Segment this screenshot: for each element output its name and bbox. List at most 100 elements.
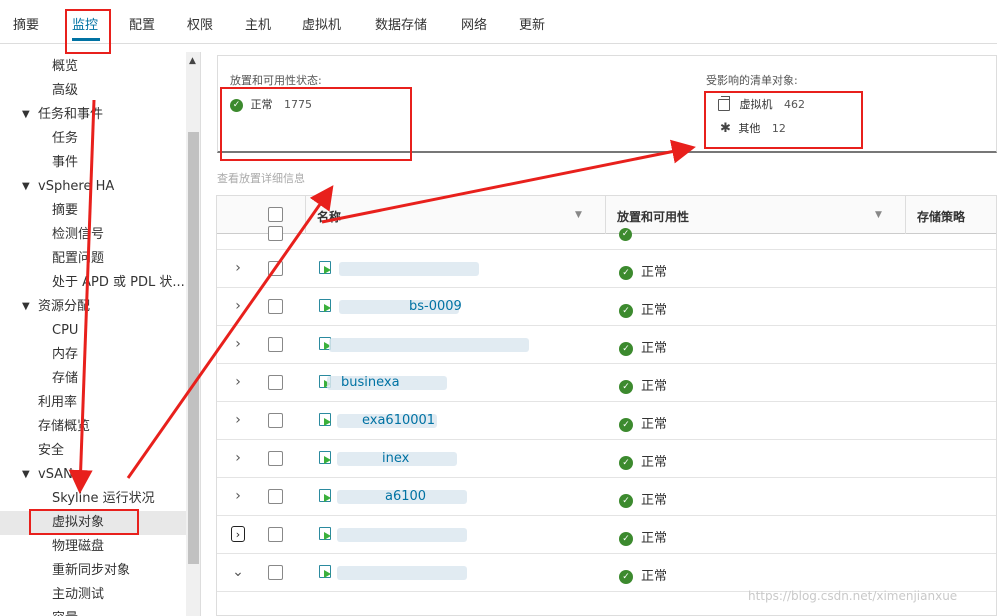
affected-objects-title: 受影响的清单对象: xyxy=(706,74,798,87)
tab-summary[interactable]: 摘要 xyxy=(13,14,39,33)
vm-object-icon xyxy=(319,451,331,464)
row-expand-icon[interactable]: › xyxy=(231,298,245,314)
table-row[interactable]: › a6100 ✓ 正常 xyxy=(217,478,996,516)
row-checkbox[interactable] xyxy=(268,261,283,276)
column-name[interactable]: 名称 xyxy=(317,208,341,225)
row-expand-icon[interactable]: ⌄ xyxy=(231,564,245,580)
tab-vms[interactable]: 虚拟机 xyxy=(302,14,341,33)
row-checkbox[interactable] xyxy=(268,565,283,580)
scroll-up-icon[interactable]: ▲ xyxy=(189,56,196,66)
sidebar-item[interactable]: 概览 xyxy=(0,55,186,79)
sidebar-item-label: 资源分配 xyxy=(38,299,91,314)
sidebar-item[interactable]: 高级 xyxy=(0,79,186,103)
row-status: ✓ 正常 xyxy=(619,261,667,280)
expand-caret-icon[interactable]: ▼ xyxy=(22,175,30,199)
row-expand-icon[interactable]: › xyxy=(231,450,245,466)
row-expand-icon[interactable]: › xyxy=(231,336,245,352)
row-status-label: 正常 xyxy=(641,531,668,546)
sidebar-item-label: 存储概览 xyxy=(38,419,91,434)
object-name-link[interactable]: inex xyxy=(382,451,409,466)
expand-caret-icon[interactable]: ▼ xyxy=(22,295,30,319)
vm-object-icon xyxy=(319,527,331,540)
table-row[interactable]: ⌄ ✓ 正常 xyxy=(217,554,996,592)
sidebar-item[interactable]: 重新同步对象 xyxy=(0,559,186,583)
sidebar-item[interactable]: ▼ 任务和事件 xyxy=(0,103,186,127)
column-storage-policy[interactable]: 存储策略 xyxy=(917,208,965,225)
sidebar-item[interactable]: ▼ 资源分配 xyxy=(0,295,186,319)
sidebar-item-label: 存储 xyxy=(52,371,79,386)
sidebar-item[interactable]: 任务 xyxy=(0,127,186,151)
tab-configure[interactable]: 配置 xyxy=(129,14,155,33)
column-placement[interactable]: 放置和可用性 xyxy=(617,208,689,225)
sidebar-item[interactable]: 安全 xyxy=(0,439,186,463)
row-expand-icon[interactable]: › xyxy=(231,412,245,428)
sidebar-item[interactable]: 处于 APD 或 PDL 状... xyxy=(0,271,186,295)
expand-caret-icon[interactable]: ▼ xyxy=(22,103,30,127)
row-checkbox[interactable] xyxy=(268,226,283,241)
table-row[interactable]: › ✓ 正常 xyxy=(217,516,996,554)
sidebar-item[interactable]: 摘要 xyxy=(0,199,186,223)
table-row[interactable]: › ✓ 正常 xyxy=(217,250,996,288)
row-checkbox[interactable] xyxy=(268,375,283,390)
annotation-box-virtual-objects xyxy=(29,509,139,535)
table-row[interactable]: › inex ✓ 正常 xyxy=(217,440,996,478)
row-checkbox[interactable] xyxy=(268,413,283,428)
filter-icon[interactable]: ▼ xyxy=(575,210,582,220)
select-all-checkbox[interactable] xyxy=(268,207,283,222)
tab-networks[interactable]: 网络 xyxy=(461,14,487,33)
table-row[interactable]: › bs-0009 ✓ 正常 xyxy=(217,288,996,326)
vm-object-icon xyxy=(319,299,331,312)
row-checkbox[interactable] xyxy=(268,451,283,466)
sidebar-item[interactable]: Skyline 运行状况 xyxy=(0,487,186,511)
row-status-label: 正常 xyxy=(641,455,668,470)
row-checkbox[interactable] xyxy=(268,299,283,314)
sidebar-item[interactable]: 存储概览 xyxy=(0,415,186,439)
object-name-link[interactable]: businexa xyxy=(341,375,400,390)
table-row[interactable]: › exa610001 ✓ 正常 xyxy=(217,402,996,440)
sidebar-item[interactable]: ▼ vSAN xyxy=(0,463,186,487)
row-expand-icon[interactable]: › xyxy=(231,374,245,390)
object-name-link[interactable]: exa610001 xyxy=(362,413,435,428)
sidebar-item-label: 内存 xyxy=(52,347,79,362)
sidebar-item[interactable]: 物理磁盘 xyxy=(0,535,186,559)
watermark: https://blog.csdn.net/ximenjianxue xyxy=(748,589,958,603)
ok-check-icon: ✓ xyxy=(619,455,633,470)
sidebar-item[interactable]: 内存 xyxy=(0,343,186,367)
sidebar-item[interactable]: CPU xyxy=(0,319,186,343)
tab-hosts[interactable]: 主机 xyxy=(245,14,271,33)
row-expand-icon[interactable]: › xyxy=(231,488,245,504)
tab-updates[interactable]: 更新 xyxy=(519,14,545,33)
sidebar-item[interactable]: 检测信号 xyxy=(0,223,186,247)
sidebar-item[interactable]: 存储 xyxy=(0,367,186,391)
column-separator xyxy=(305,196,306,234)
table-row[interactable]: › ✓ 正常 xyxy=(217,326,996,364)
sidebar-item-label: 检测信号 xyxy=(52,227,105,242)
row-checkbox[interactable] xyxy=(268,489,283,504)
sidebar-scroll-thumb[interactable] xyxy=(188,132,199,564)
sidebar-item[interactable]: 主动测试 xyxy=(0,583,186,607)
object-name-link[interactable]: a6100 xyxy=(385,489,426,504)
column-separator xyxy=(605,196,606,234)
sidebar-item[interactable]: 利用率 xyxy=(0,391,186,415)
filter-icon[interactable]: ▼ xyxy=(875,210,882,220)
sidebar-item[interactable]: 容量 xyxy=(0,607,186,616)
row-expand-icon[interactable]: › xyxy=(231,526,245,542)
table-row[interactable]: › businexa ✓ 正常 xyxy=(217,364,996,402)
sidebar-item-label: CPU xyxy=(52,323,79,338)
row-status: ✓ 正常 xyxy=(619,337,667,356)
sidebar-item[interactable]: ▼ vSphere HA xyxy=(0,175,186,199)
sidebar-item[interactable]: 事件 xyxy=(0,151,186,175)
row-checkbox[interactable] xyxy=(268,527,283,542)
tab-datastores[interactable]: 数据存储 xyxy=(375,14,427,33)
tab-permissions[interactable]: 权限 xyxy=(187,14,213,33)
row-checkbox[interactable] xyxy=(268,337,283,352)
vm-object-icon xyxy=(319,489,331,502)
expand-caret-icon[interactable]: ▼ xyxy=(22,463,30,487)
view-placement-details-link[interactable]: 查看放置详细信息 xyxy=(217,170,305,186)
sidebar-item[interactable]: 配置问题 xyxy=(0,247,186,271)
object-name-link[interactable]: bs-0009 xyxy=(409,299,462,314)
sidebar-item-label: 高级 xyxy=(52,83,79,98)
row-status-label: 正常 xyxy=(641,303,668,318)
redacted-name-mask xyxy=(337,566,467,580)
row-expand-icon[interactable]: › xyxy=(231,260,245,276)
